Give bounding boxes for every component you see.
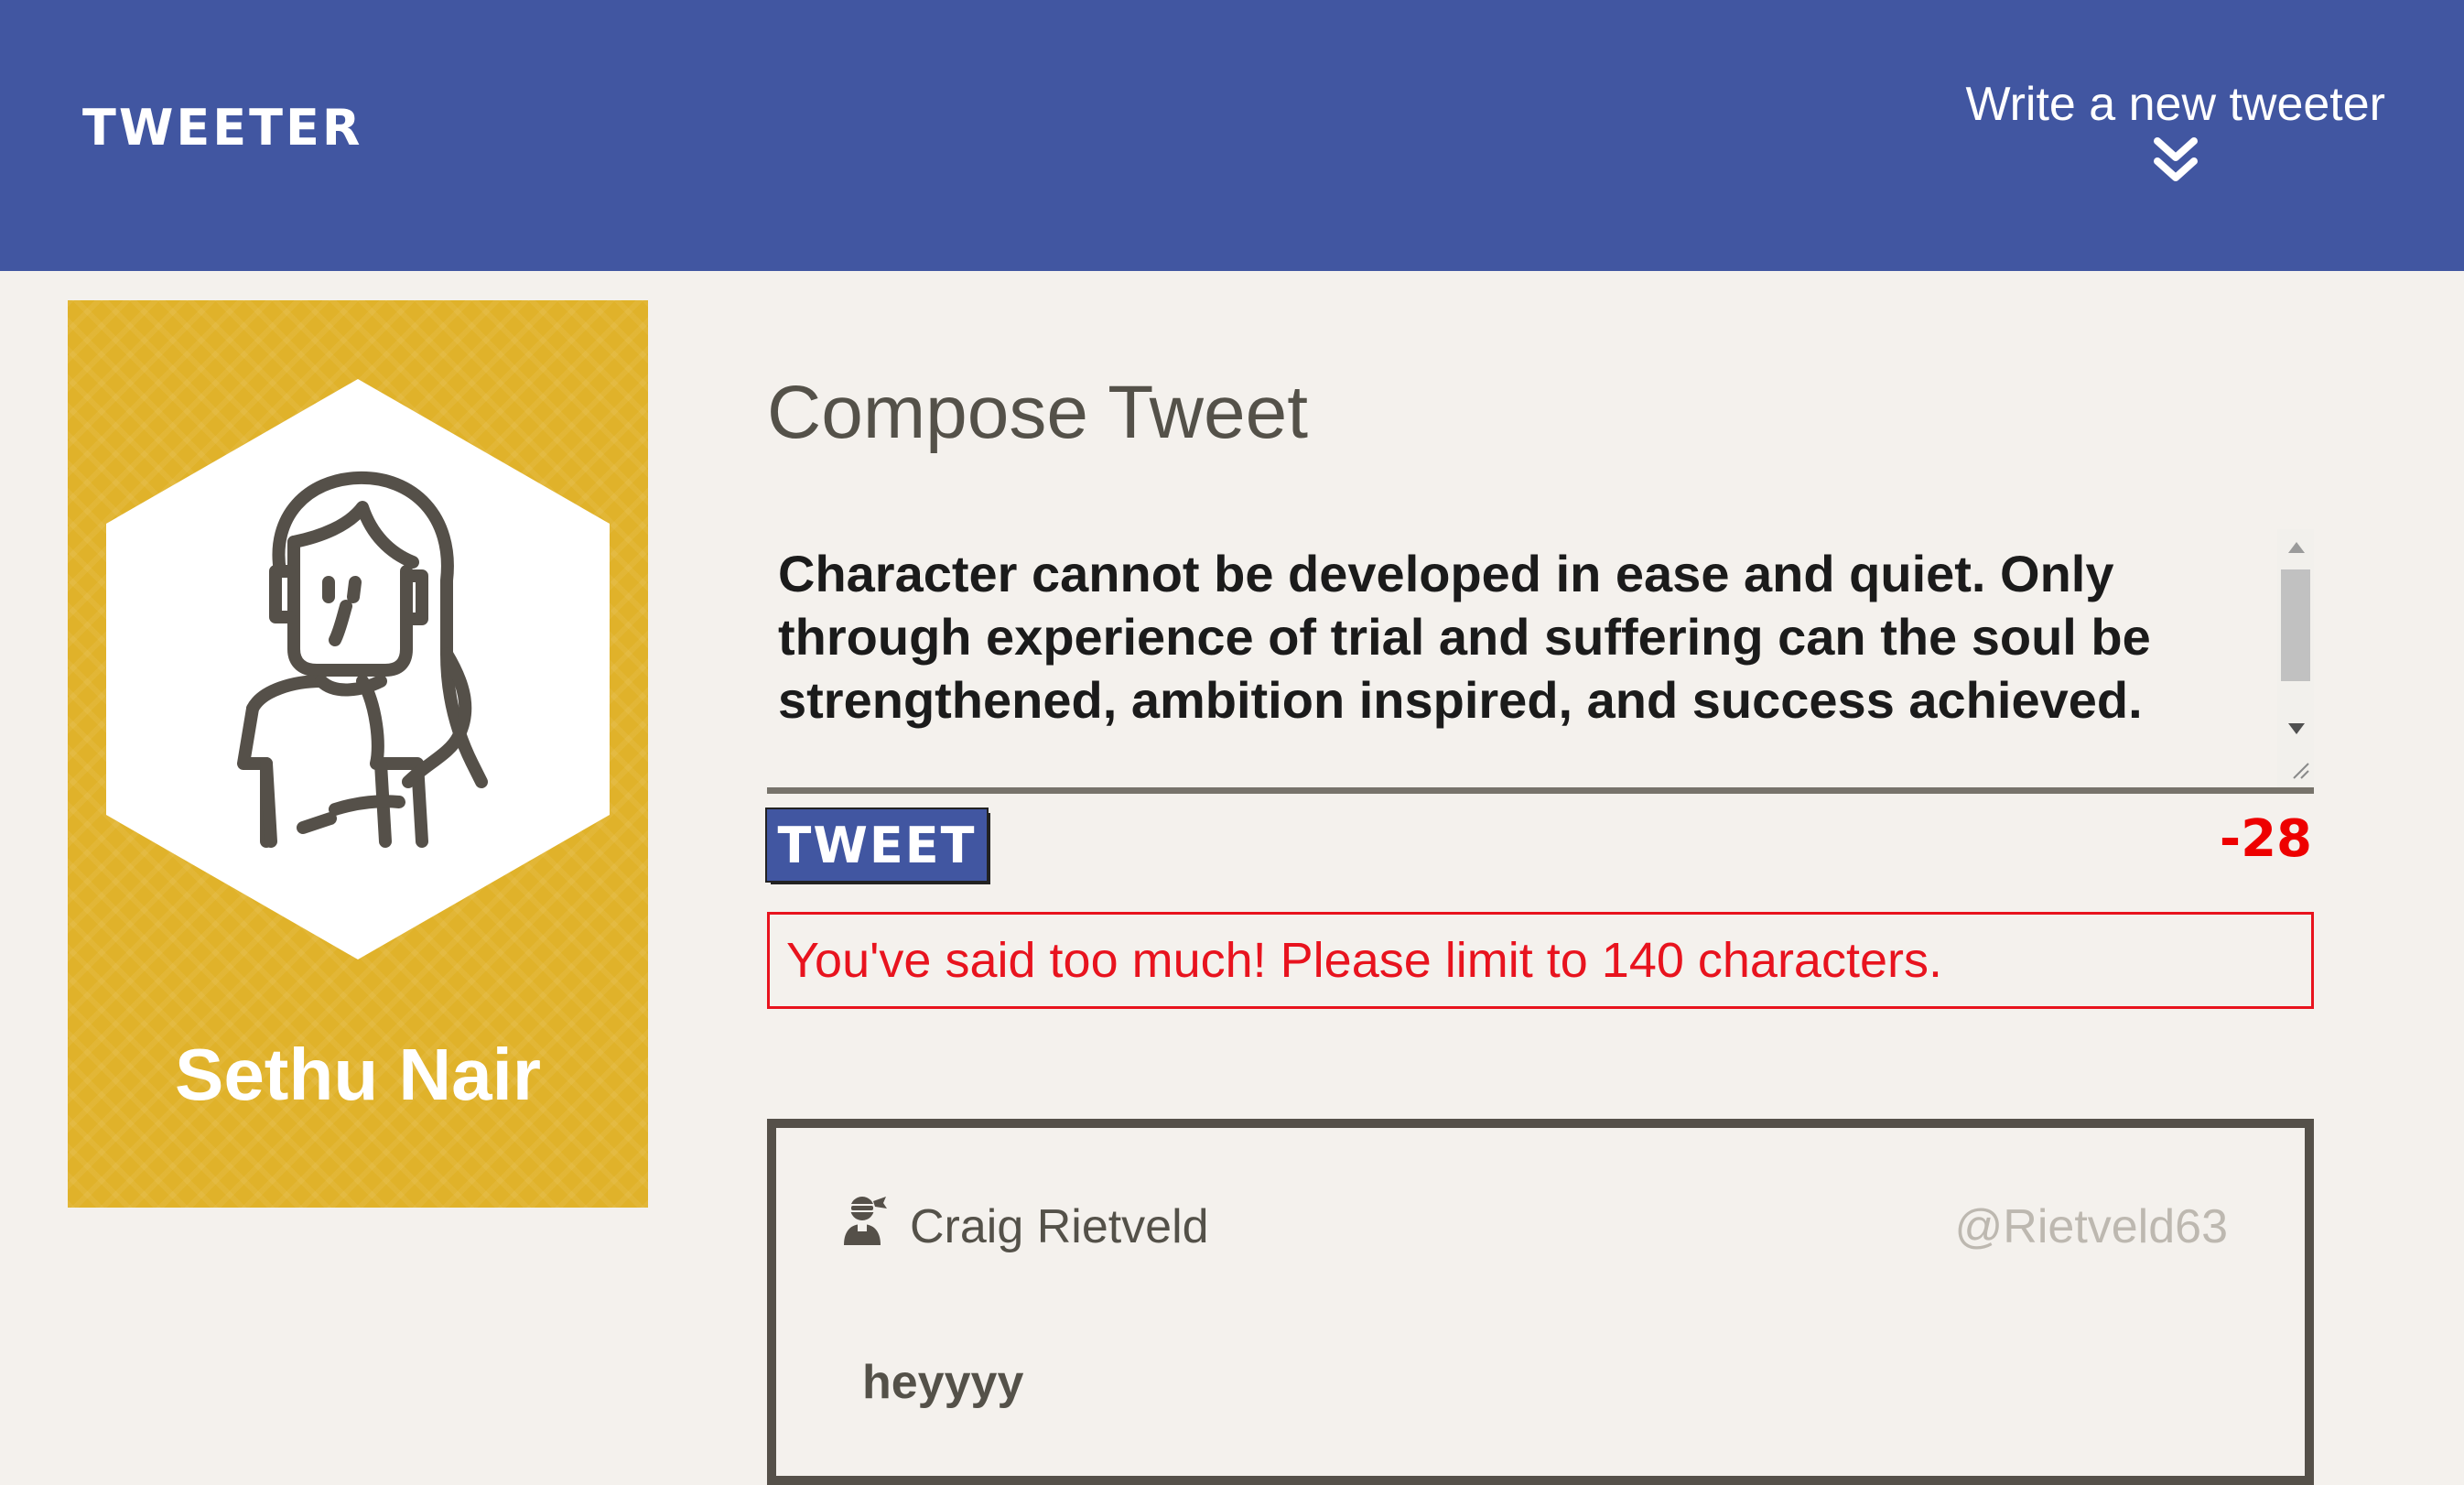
compose-title: Compose Tweet	[767, 371, 1309, 454]
character-counter: -28	[2219, 809, 2312, 869]
tweet-author-handle: @Rietveld63	[1954, 1200, 2229, 1253]
scroll-down-arrow-icon[interactable]	[2288, 723, 2305, 734]
resize-handle-icon[interactable]	[2290, 760, 2310, 780]
profile-name: Sethu Nair	[174, 1034, 542, 1115]
user-avatar-icon	[106, 379, 610, 959]
user-ninja-icon	[844, 1197, 887, 1245]
profile-card: Sethu Nair	[68, 300, 648, 1208]
brand-logo[interactable]: TWEETER	[82, 99, 362, 157]
tweet-content: heyyyy	[862, 1356, 1024, 1409]
tweet-submit-button[interactable]: TWEET	[765, 808, 989, 883]
tweet-author-name: Craig Rietveld	[910, 1200, 1209, 1253]
write-new-tweet-label[interactable]: Write a new tweeter	[1965, 77, 2385, 132]
top-navbar: TWEETER Write a new tweeter	[0, 0, 2464, 271]
textarea-underline	[767, 787, 2314, 794]
tweet-textarea[interactable]	[767, 529, 2277, 791]
write-new-tweet-toggle[interactable]: Write a new tweeter	[1965, 77, 2385, 187]
double-chevron-down-icon[interactable]	[2152, 135, 2199, 187]
scrollbar-thumb[interactable]	[2281, 569, 2310, 681]
scroll-up-arrow-icon[interactable]	[2288, 542, 2305, 553]
tweet-card: Craig Rietveld @Rietveld63 heyyyy	[767, 1119, 2314, 1485]
error-message: You've said too much! Please limit to 14…	[767, 912, 2314, 1009]
textarea-scrollbar[interactable]	[2277, 529, 2314, 787]
tweet-input-wrapper	[767, 529, 2314, 795]
